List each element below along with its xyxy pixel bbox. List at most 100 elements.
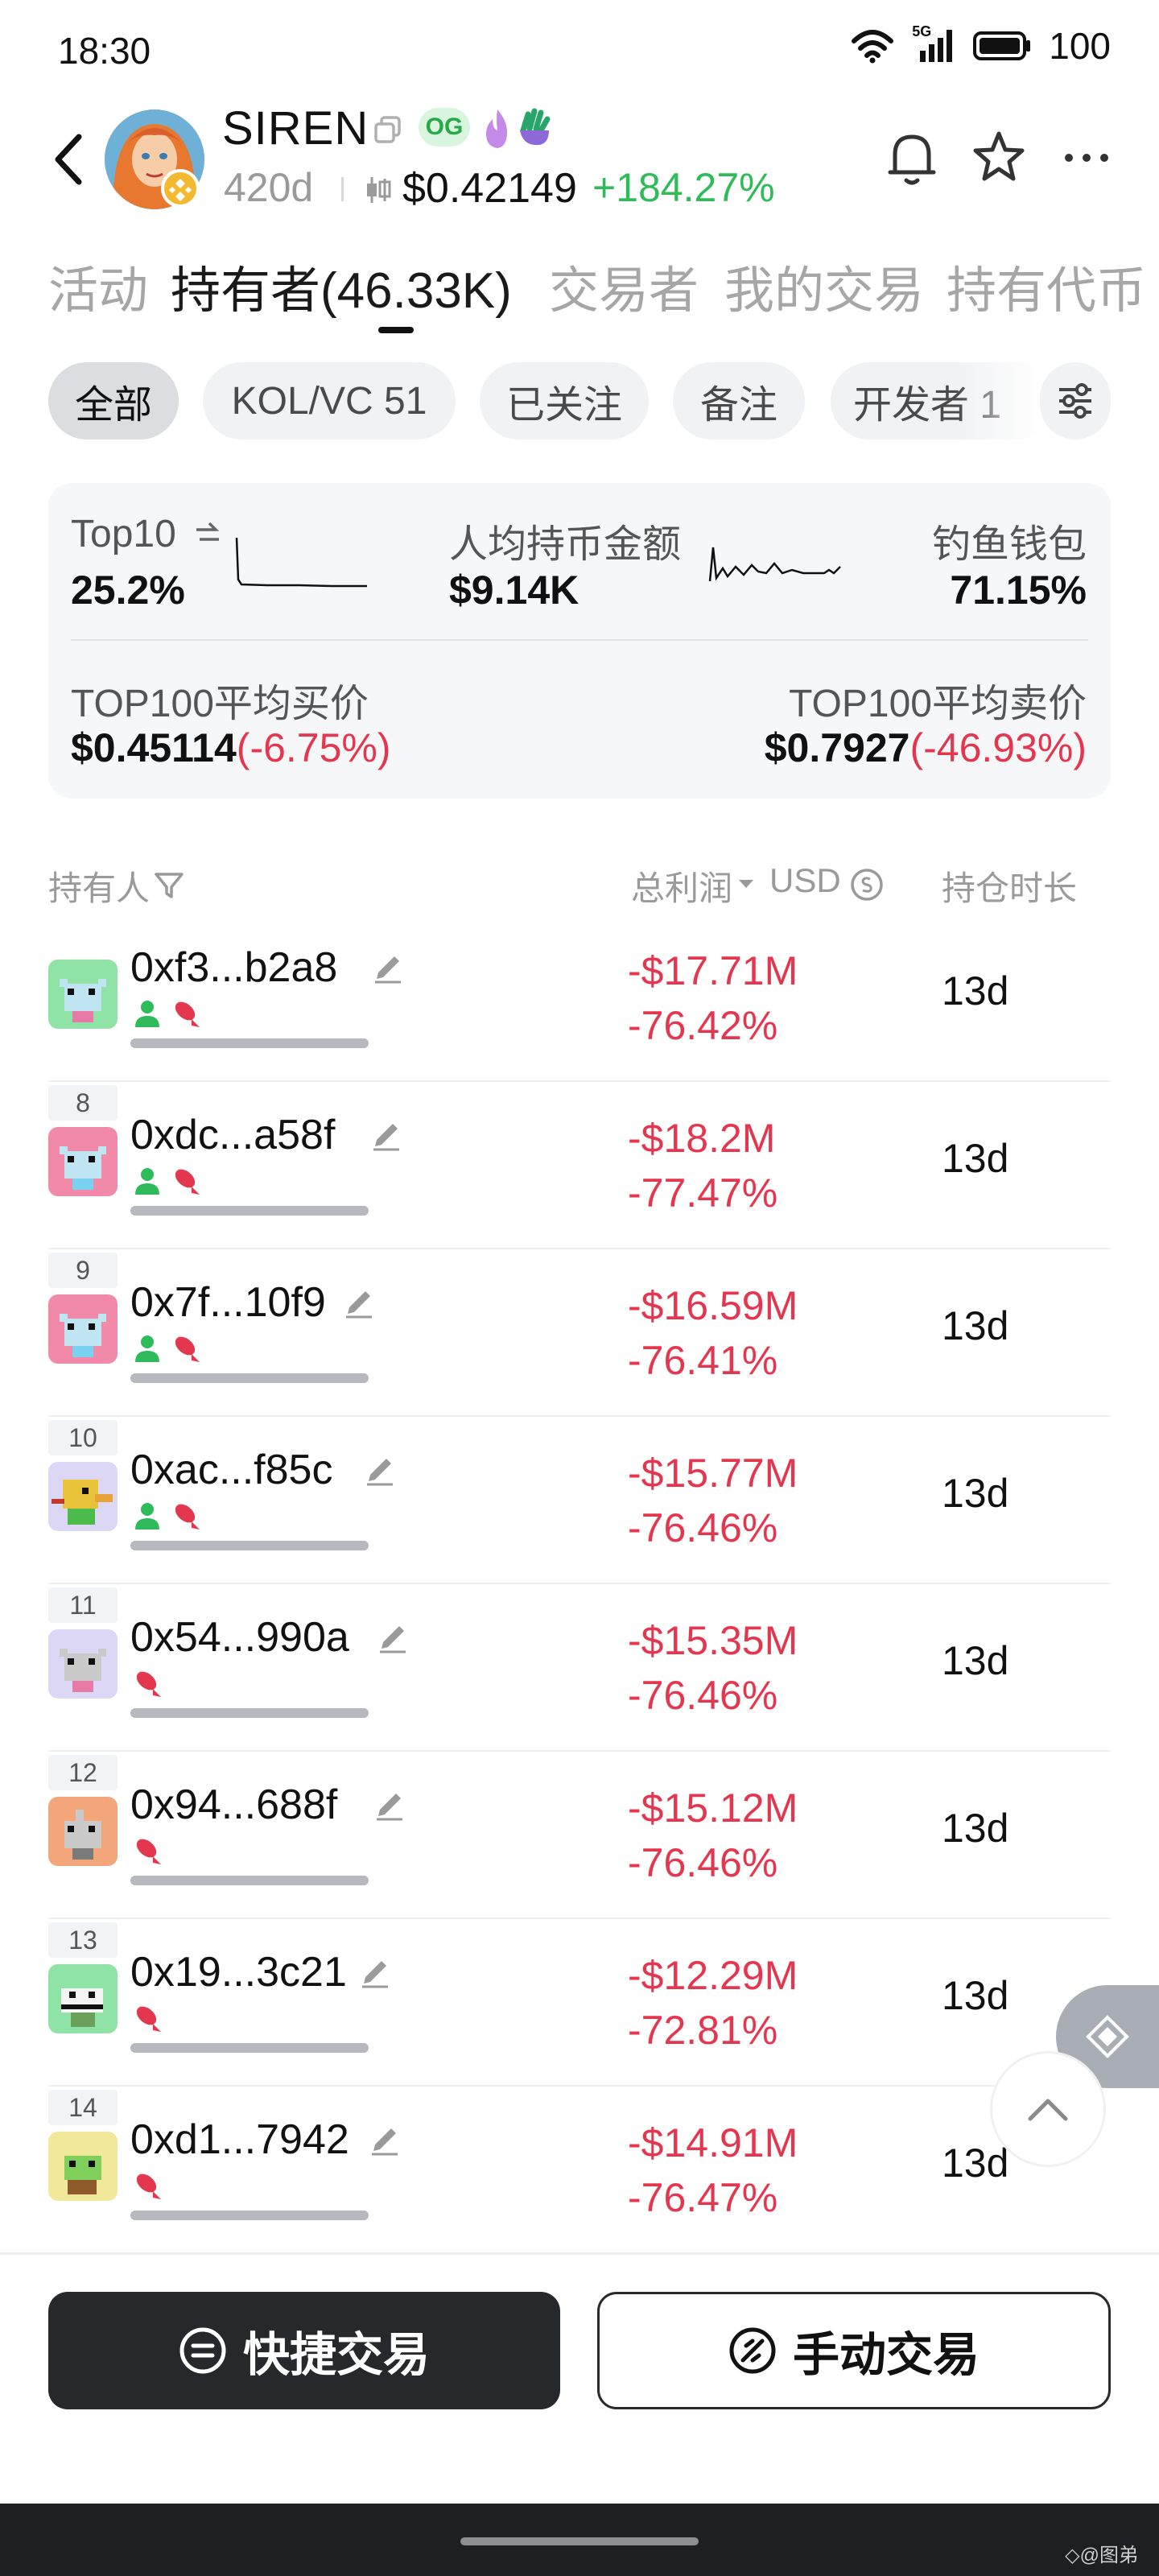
filter-settings-button[interactable]	[1040, 362, 1111, 440]
holder-avatar	[48, 2132, 118, 2201]
holder-row[interactable]: 11 0x54...990a -$15.35M -76.46% 13d	[48, 1584, 1111, 1752]
token-age: 420d	[224, 165, 314, 210]
swap-icon[interactable]	[192, 520, 224, 549]
edit-icon[interactable]	[357, 1955, 393, 1990]
home-indicator[interactable]	[460, 2537, 699, 2545]
currency-label[interactable]: USD	[769, 861, 841, 900]
manual-trade-label: 手动交易	[792, 2329, 980, 2381]
manual-trade-icon	[729, 2327, 776, 2374]
holder-row[interactable]: 12 0x94...688f -$15.12M -76.46% 13d	[48, 1752, 1111, 1919]
edit-icon[interactable]	[372, 1787, 407, 1823]
holder-profit-amount: -$18.2M	[628, 1116, 776, 1161]
fish-icon	[136, 2006, 161, 2032]
holder-row[interactable]: 14 0xd1...7942 -$14.91M -76.47% 13d	[48, 2087, 1111, 2254]
holder-tags	[132, 998, 201, 1029]
quick-trade-button[interactable]: 快捷交易	[48, 2292, 560, 2409]
holding-bar	[130, 1708, 369, 1718]
holder-profit-amount: -$16.59M	[628, 1283, 798, 1328]
avg-hold-sparkline	[708, 547, 841, 582]
holder-address[interactable]: 0xac...f85c	[130, 1446, 332, 1494]
edit-icon[interactable]	[362, 1452, 398, 1488]
phishing-label: 钓鱼钱包	[931, 523, 1087, 566]
profit-column-label[interactable]: 总利润	[631, 861, 732, 910]
holder-duration: 13d	[942, 1973, 1009, 2018]
holder-profit: -$17.71M -76.42%	[628, 943, 798, 1053]
tab-my-trades[interactable]: 我的交易	[724, 250, 924, 322]
avg-sell-label: TOP100平均卖价	[789, 683, 1087, 725]
duration-column-label[interactable]: 持仓时长	[942, 861, 1077, 910]
holder-row[interactable]: 0xf3...b2a8 -$17.71M -76.42% 13d	[48, 914, 1111, 1082]
bell-icon[interactable]	[884, 127, 940, 188]
star-icon[interactable]	[971, 129, 1027, 185]
fish-icon	[175, 1001, 200, 1027]
holder-profit-amount: -$15.35M	[628, 1618, 798, 1663]
holder-row[interactable]: 9 0x7f...10f9 -$16.59M -76.41% 13d	[48, 1249, 1111, 1417]
copy-icon[interactable]	[372, 114, 404, 147]
sliders-icon	[1059, 383, 1091, 419]
holder-address[interactable]: 0xdc...a58f	[130, 1111, 335, 1159]
edit-icon[interactable]	[369, 1117, 404, 1153]
holder-duration: 13d	[942, 1303, 1009, 1348]
currency-switch-icon[interactable]	[848, 866, 885, 903]
battery-icon	[973, 31, 1031, 60]
holder-tags	[132, 1166, 201, 1196]
user-icon	[135, 1001, 159, 1027]
holder-address[interactable]: 0x94...688f	[130, 1781, 337, 1829]
back-icon[interactable]	[45, 129, 93, 190]
holding-bar	[130, 1541, 369, 1550]
scroll-to-top-button[interactable]	[990, 2051, 1106, 2167]
holder-column-label[interactable]: 持有人	[48, 861, 150, 910]
holder-duration: 13d	[942, 1136, 1009, 1181]
edit-icon[interactable]	[341, 1285, 377, 1320]
holder-row[interactable]: 13 0x19...3c21 -$12.29M -72.81% 13d	[48, 1919, 1111, 2087]
holder-address[interactable]: 0xd1...7942	[130, 2116, 349, 2164]
filter-funnel-icon[interactable]	[153, 869, 185, 902]
holding-bar	[130, 1373, 369, 1383]
avg-sell-change: (-46.93%)	[909, 725, 1087, 770]
tab-holders[interactable]: 持有者(46.33K)	[171, 250, 512, 322]
filter-notes[interactable]: 备注	[673, 362, 805, 440]
holder-address[interactable]: 0x19...3c21	[130, 1948, 347, 1996]
holder-avatar	[48, 1294, 118, 1364]
holder-rank: 10	[48, 1420, 118, 1455]
avg-sell-value: $0.7927(-46.93%)	[765, 724, 1087, 771]
tab-activity[interactable]: 活动	[48, 250, 148, 322]
holder-row[interactable]: 8 0xdc...a58f -$18.2M -77.47% 13d	[48, 1082, 1111, 1249]
edit-icon[interactable]	[367, 2122, 402, 2157]
edit-icon[interactable]	[370, 950, 406, 985]
tab-held-tokens[interactable]: 持有代币	[947, 250, 1146, 322]
user-icon	[135, 1335, 159, 1362]
holder-profit-pct: -76.46%	[628, 1673, 778, 1718]
holder-rank: 13	[48, 1922, 118, 1958]
user-icon	[135, 1168, 159, 1195]
system-nav-bar: ◇@图弟	[0, 2504, 1159, 2576]
active-tab-indicator	[378, 327, 414, 333]
holder-address[interactable]: 0xf3...b2a8	[130, 943, 337, 992]
holder-address[interactable]: 0x7f...10f9	[130, 1278, 326, 1327]
watermark: ◇@图弟	[1065, 2545, 1138, 2566]
tab-traders[interactable]: 交易者	[549, 250, 699, 322]
filter-followed[interactable]: 已关注	[480, 362, 649, 440]
top10-label: Top10	[71, 513, 176, 555]
manual-trade-button[interactable]: 手动交易	[597, 2292, 1111, 2409]
holder-row[interactable]: 10 0xac...f85c -$15.77M -76.46% 13d	[48, 1417, 1111, 1584]
avg-hold-label: 人均持币金额	[449, 523, 682, 566]
filter-all[interactable]: 全部	[48, 362, 179, 440]
filter-kol-vc[interactable]: KOL/VC 51	[203, 362, 456, 440]
sort-down-icon[interactable]	[737, 877, 755, 890]
holder-avatar	[48, 1797, 118, 1866]
top10-value: 25.2%	[71, 568, 185, 613]
holder-profit-pct: -76.46%	[628, 1505, 778, 1550]
holder-address[interactable]: 0x54...990a	[130, 1613, 349, 1662]
more-icon[interactable]	[1062, 150, 1111, 166]
edit-icon[interactable]	[375, 1620, 410, 1655]
quick-trade-label: 快捷交易	[242, 2329, 430, 2381]
og-badge: OG	[419, 108, 470, 147]
cellular-icon: 5G	[912, 23, 955, 64]
trade-action-bar: 快捷交易 手动交易	[0, 2252, 1159, 2504]
top10-sparkline	[235, 537, 367, 588]
avg-buy-label: TOP100平均买价	[71, 683, 369, 725]
holder-profit-amount: -$12.29M	[628, 1953, 798, 1998]
diamond-icon	[1086, 2015, 1129, 2058]
holder-tags	[132, 2170, 163, 2201]
